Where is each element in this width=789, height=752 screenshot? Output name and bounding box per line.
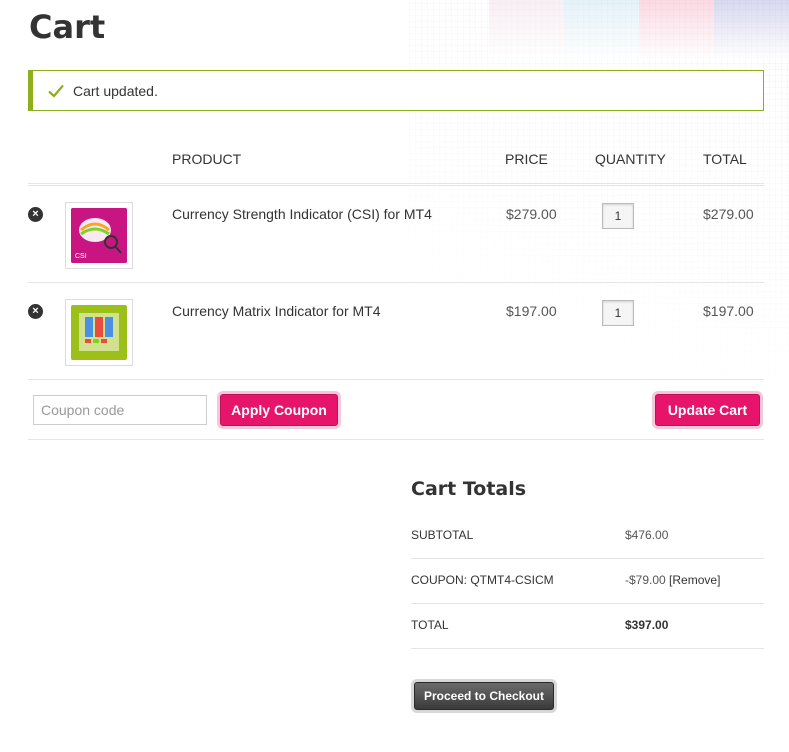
product-name[interactable]: Currency Strength Indicator (CSI) for MT…: [172, 206, 432, 222]
cart-totals-title: Cart Totals: [411, 478, 527, 500]
page-title: Cart: [29, 8, 106, 46]
subtotal-row: SUBTOTAL $476.00: [411, 514, 764, 559]
remove-item-icon[interactable]: ×: [28, 304, 43, 319]
header-product: PRODUCT: [172, 151, 242, 167]
quantity-input[interactable]: 1: [602, 300, 634, 326]
header-total: TOTAL: [703, 151, 747, 167]
matrix-product-image: [71, 305, 127, 360]
thumb-label: CSI: [75, 253, 87, 260]
cart-totals: Cart Totals SUBTOTAL $476.00 COUPON: QTM…: [411, 478, 764, 649]
cart-table: PRODUCT PRICE QUANTITY TOTAL × CSI Curre…: [28, 140, 764, 440]
line-total: $197.00: [703, 303, 754, 319]
cart-actions: Coupon code Apply Coupon Update Cart: [28, 380, 764, 440]
proceed-to-checkout-button[interactable]: Proceed to Checkout: [414, 682, 554, 710]
background-color-blocks: [409, 0, 789, 60]
coupon-discount: -$79.00: [625, 573, 666, 587]
coupon-row: COUPON: QTMT4-CSICM -$79.00 [Remove]: [411, 559, 764, 604]
table-row: × Currency Matrix Indicator for MT4 $197…: [28, 283, 764, 380]
cart-updated-notice: Cart updated.: [28, 70, 764, 111]
remove-coupon-link[interactable]: [Remove]: [669, 573, 720, 587]
product-name[interactable]: Currency Matrix Indicator for MT4: [172, 303, 381, 319]
table-header: PRODUCT PRICE QUANTITY TOTAL: [28, 140, 764, 186]
total-value: $397.00: [625, 618, 669, 632]
subtotal-value: $476.00: [625, 528, 669, 542]
coupon-label: COUPON: QTMT4-CSICM: [411, 573, 554, 587]
subtotal-label: SUBTOTAL: [411, 528, 474, 542]
notice-message: Cart updated.: [73, 82, 158, 99]
table-row: × CSI Currency Strength Indicator (CSI) …: [28, 186, 764, 283]
product-price: $197.00: [506, 303, 557, 319]
coupon-code-input[interactable]: Coupon code: [33, 395, 207, 425]
product-price: $279.00: [506, 206, 557, 222]
apply-coupon-button[interactable]: Apply Coupon: [220, 394, 338, 426]
quantity-input[interactable]: 1: [602, 203, 634, 229]
check-icon: [48, 84, 64, 98]
product-thumbnail[interactable]: CSI: [65, 202, 133, 269]
product-thumbnail[interactable]: [65, 299, 133, 366]
line-total: $279.00: [703, 206, 754, 222]
header-price: PRICE: [505, 151, 548, 167]
total-label: TOTAL: [411, 618, 449, 632]
remove-item-icon[interactable]: ×: [28, 207, 43, 222]
header-quantity: QUANTITY: [595, 151, 666, 167]
total-row: TOTAL $397.00: [411, 604, 764, 649]
update-cart-button[interactable]: Update Cart: [655, 394, 760, 426]
coupon-value: -$79.00 [Remove]: [625, 573, 720, 587]
